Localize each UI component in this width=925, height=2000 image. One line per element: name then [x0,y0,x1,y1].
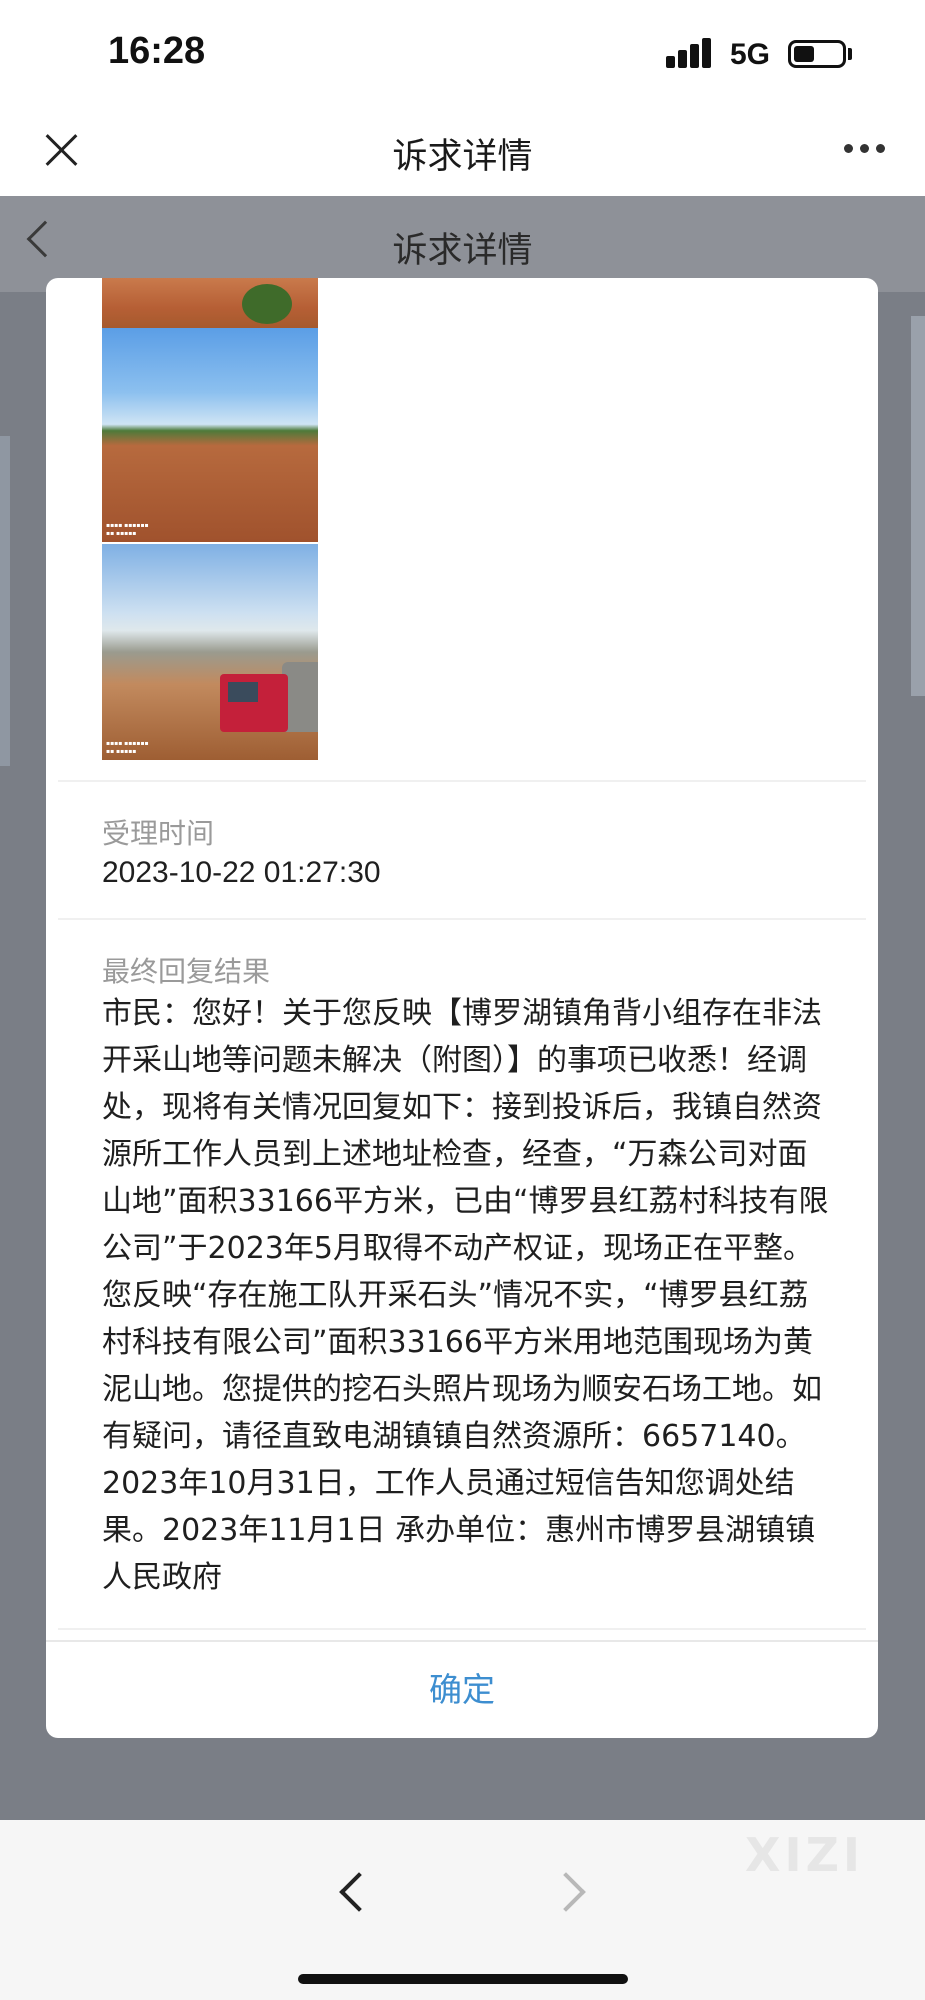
divider [58,918,866,920]
photo-stamp: ▪▪▪▪ ▪▪▪▪▪▪ ▪▪ ▪▪▪▪▪ [106,522,149,537]
status-bar: 16:28 5G [0,0,925,110]
underlying-content-edge [0,436,10,766]
battery-icon [788,40,846,68]
network-label: 5G [730,38,771,71]
detail-dialog: ▪▪▪▪ ▪▪▪▪▪▪ ▪▪ ▪▪▪▪▪ ▪▪▪▪ ▪▪▪▪▪▪ ▪▪ ▪▪▪▪▪ … [46,278,878,1738]
photo-thumbnail[interactable]: ▪▪▪▪ ▪▪▪▪▪▪ ▪▪ ▪▪▪▪▪ [102,544,318,760]
chevron-right-icon[interactable] [546,1872,586,1912]
divider [58,780,866,782]
photo-stamp: ▪▪▪▪ ▪▪▪▪▪▪ ▪▪ ▪▪▪▪▪ [106,740,149,755]
photo-detail [228,682,258,702]
reply-text: 市民：您好！关于您反映【博罗湖镇角背小组存在非法开采山地等问题未解决（附图）】的… [102,996,829,1595]
photo-thumbnail[interactable] [102,278,318,328]
chevron-left-icon[interactable] [339,1872,379,1912]
watermark: XIZI [745,1828,865,1882]
photo-thumbnail[interactable]: ▪▪▪▪ ▪▪▪▪▪▪ ▪▪ ▪▪▪▪▪ [102,328,318,542]
photo-detail [242,284,292,324]
top-nav: 诉求详情 [0,110,925,196]
accept-time-value: 2023-10-22 01:27:30 [102,856,381,889]
signal-icon [666,38,716,68]
battery-tip [848,48,852,60]
accept-time-label: 受理时间 [102,817,215,850]
reply-label: 最终回复结果 [102,955,271,988]
page-title: 诉求详情 [392,137,533,177]
more-icon[interactable] [844,144,888,156]
status-time: 16:28 [108,30,206,72]
home-indicator[interactable] [298,1974,628,1984]
underlying-title: 诉求详情 [392,231,533,271]
bottom-toolbar: XIZI [0,1820,925,2000]
divider [58,1628,866,1630]
attached-photos[interactable]: ▪▪▪▪ ▪▪▪▪▪▪ ▪▪ ▪▪▪▪▪ ▪▪▪▪ ▪▪▪▪▪▪ ▪▪ ▪▪▪▪▪ [102,278,318,760]
underlying-content-edge [911,316,925,696]
confirm-button[interactable]: 确定 [46,1642,878,1738]
